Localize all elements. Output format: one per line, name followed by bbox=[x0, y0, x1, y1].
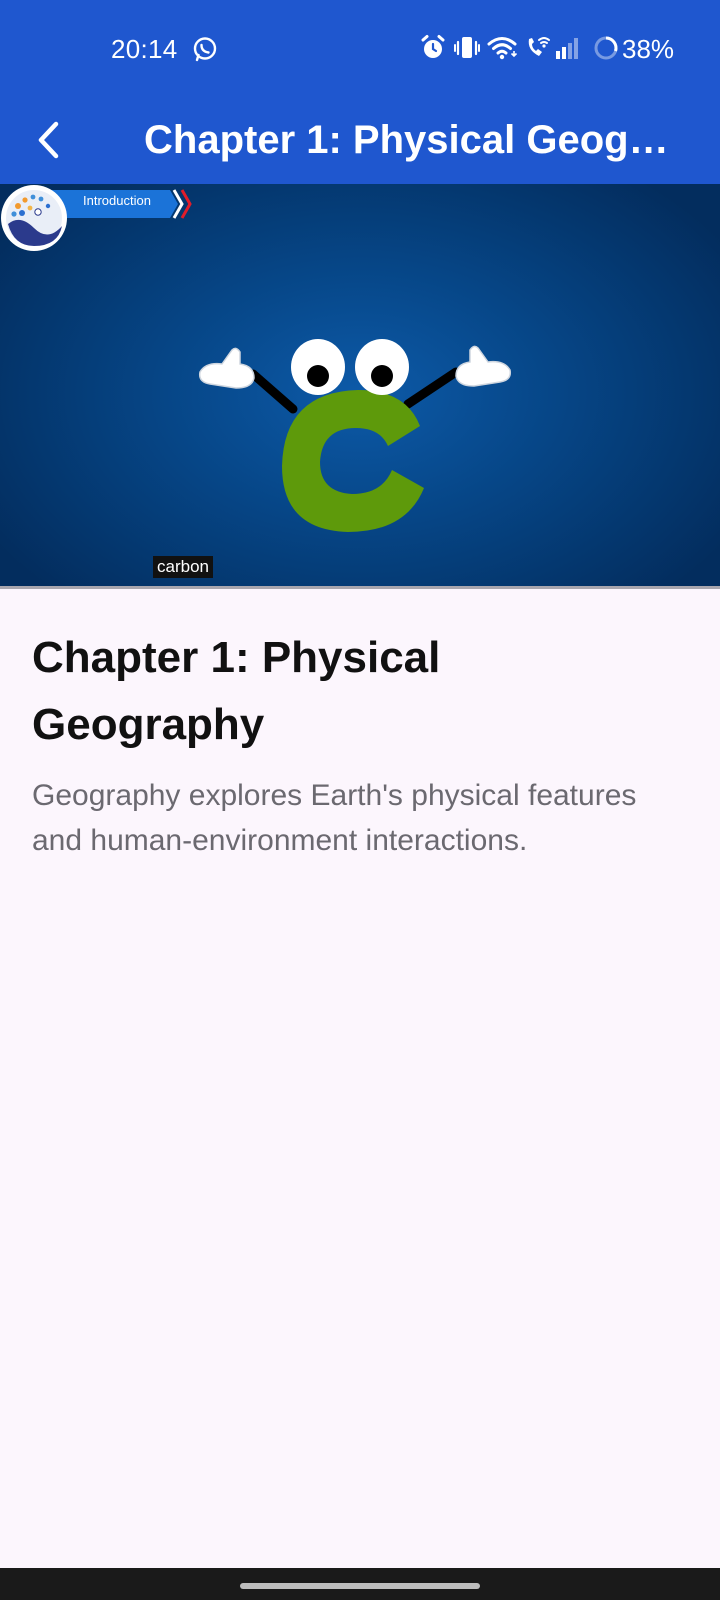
chapter-title: Chapter 1: Physical Geography bbox=[32, 633, 441, 749]
wifi-calling-icon bbox=[524, 34, 552, 67]
back-button[interactable] bbox=[16, 108, 80, 172]
battery-icon bbox=[592, 34, 620, 67]
chevron-left-icon bbox=[38, 121, 59, 159]
video-caption: carbon bbox=[153, 556, 213, 578]
status-time: 20:14 bbox=[111, 34, 178, 64]
page-title: Chapter 1: Physical Geography bbox=[144, 118, 674, 162]
signal-icon bbox=[554, 34, 582, 67]
video-player[interactable]: Introduction carbon bbox=[0, 184, 720, 586]
globe-logo-icon bbox=[1, 185, 67, 251]
video-progress-track[interactable] bbox=[0, 586, 720, 589]
whatsapp-icon bbox=[192, 36, 218, 62]
intro-label: Introduction bbox=[83, 193, 151, 208]
status-bar: 20:14 38% bbox=[0, 0, 720, 96]
wifi-icon bbox=[487, 34, 519, 67]
home-indicator[interactable] bbox=[240, 1583, 480, 1589]
app-bar: Chapter 1: Physical Geography bbox=[0, 96, 720, 184]
chapter-description: Geography explores Earth's physical feat… bbox=[32, 779, 637, 857]
vibrate-icon bbox=[454, 34, 480, 67]
battery-percentage: 38% bbox=[622, 34, 675, 64]
carbon-mascot-illustration bbox=[198, 339, 512, 532]
alarm-icon bbox=[420, 34, 446, 67]
